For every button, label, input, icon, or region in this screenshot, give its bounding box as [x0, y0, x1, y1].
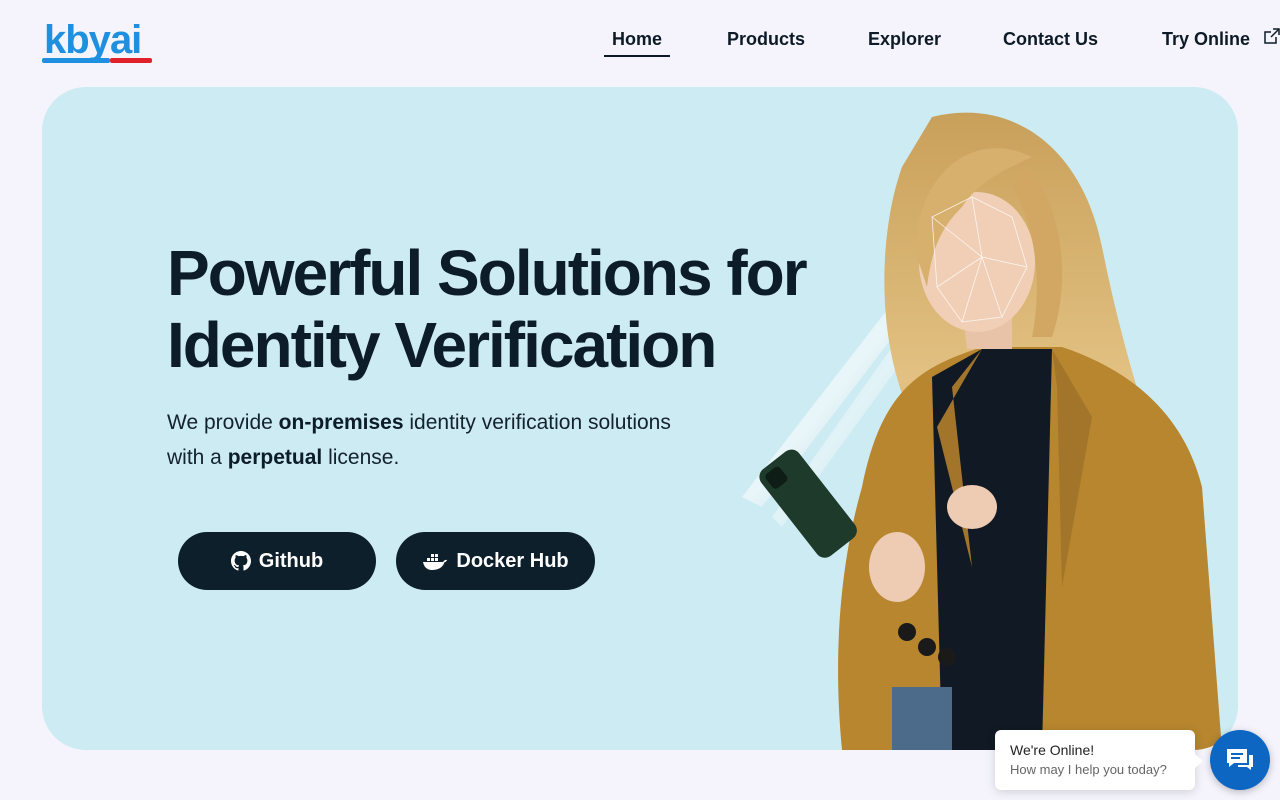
docker-hub-button-label: Docker Hub [456, 549, 569, 572]
hero-section: Powerful Solutions for Identity Verifica… [42, 87, 1238, 750]
woman-with-phone-illustration [742, 112, 1222, 750]
chat-icon [1227, 749, 1253, 770]
hero-subtitle: We provide on-premises identity verifica… [167, 411, 671, 469]
github-button-label: Github [258, 549, 324, 572]
logo-underline-blue [42, 58, 110, 63]
chat-title: We're Online! [1010, 742, 1095, 758]
nav-contact-us[interactable]: Contact Us [1003, 26, 1098, 52]
chat-text: How may I help you today? [1010, 762, 1167, 777]
github-button[interactable]: Github [178, 532, 376, 590]
logo-underline-red [110, 58, 152, 63]
hero-title-line2: Identity Verification [167, 309, 717, 381]
main-nav: Home Products Explorer Contact Us Try On… [0, 26, 1280, 57]
chat-launcher-button[interactable] [1210, 730, 1270, 790]
github-icon [230, 551, 251, 571]
chat-greeting-bubble[interactable]: We're Online! How may I help you today? [995, 730, 1203, 790]
nav-products[interactable]: Products [727, 26, 805, 52]
docker-hub-button[interactable]: Docker Hub [396, 532, 595, 590]
nav-explorer[interactable]: Explorer [868, 26, 941, 52]
nav-try-online[interactable]: Try Online [1162, 26, 1250, 52]
site-header: kbyai Home Products Explorer Contact Us … [0, 0, 1280, 84]
docker-icon [423, 554, 448, 570]
external-link-icon[interactable] [1264, 28, 1280, 44]
nav-home[interactable]: Home [603, 26, 671, 57]
